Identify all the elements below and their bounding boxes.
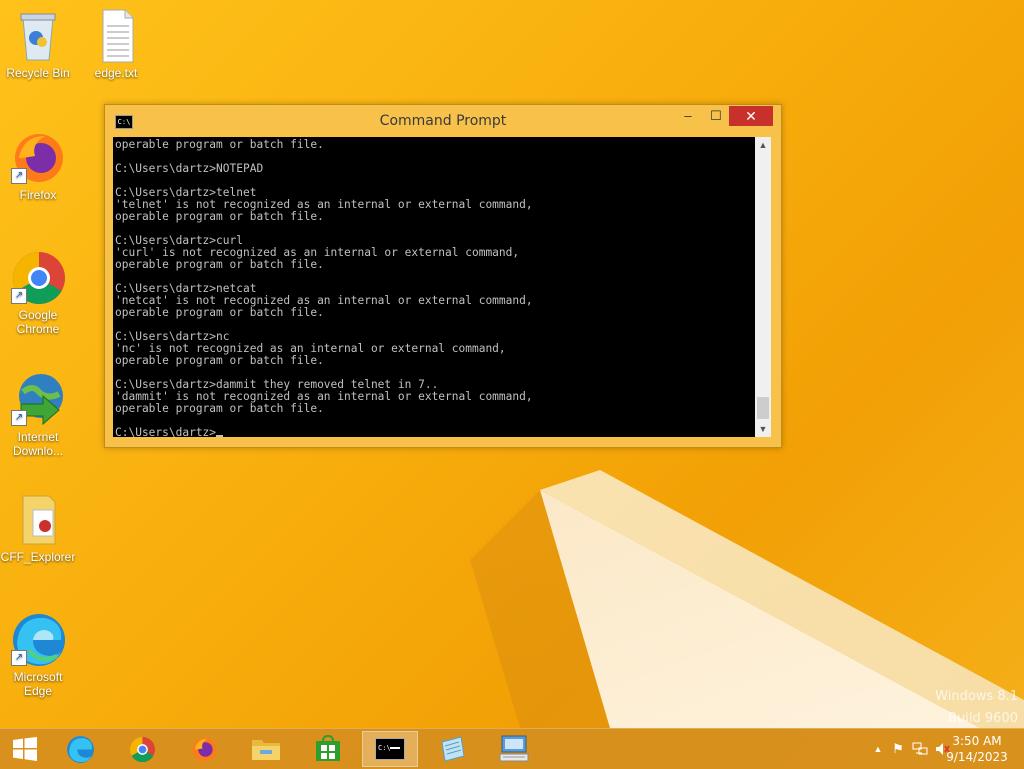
taskbar-chrome[interactable] bbox=[114, 731, 170, 767]
console-text: operable program or batch file. C:\Users… bbox=[113, 137, 755, 437]
taskbar-edge[interactable] bbox=[52, 731, 108, 767]
scroll-thumb[interactable] bbox=[757, 397, 769, 419]
chrome-icon: ↗ bbox=[9, 248, 67, 306]
console-output[interactable]: operable program or batch file. C:\Users… bbox=[113, 137, 755, 437]
taskbar-clock[interactable]: 3:50 AM 9/14/2023 bbox=[942, 733, 1012, 765]
taskbar-store[interactable] bbox=[300, 731, 356, 767]
watermark-version: Windows 8.1 bbox=[935, 689, 1018, 704]
shortcut-arrow-icon: ↗ bbox=[11, 288, 27, 304]
clock-date: 9/14/2023 bbox=[946, 750, 1008, 764]
chrome-icon bbox=[129, 736, 156, 763]
store-icon bbox=[316, 735, 340, 761]
desktop-icon-firefox[interactable]: ↗ Firefox bbox=[0, 128, 76, 202]
watermark-build: Build 9600 bbox=[948, 711, 1018, 726]
desktop-icon-label: Firefox bbox=[19, 188, 57, 202]
console-line: operable program or batch file. bbox=[115, 138, 324, 151]
file-explorer-icon bbox=[252, 740, 280, 760]
notepad-icon bbox=[441, 736, 465, 762]
desktop-icon-internet-download-manager[interactable]: ↗ Internet Downlo... bbox=[0, 370, 76, 458]
network-icon[interactable] bbox=[912, 741, 928, 757]
console-line: operable program or batch file. bbox=[115, 402, 324, 415]
scroll-down-arrow-icon[interactable]: ▼ bbox=[755, 421, 771, 437]
console-line: C:\Users\dartz>NOTEPAD bbox=[115, 162, 264, 175]
desktop-icon-label: Microsoft Edge bbox=[13, 670, 63, 698]
folder-app-icon bbox=[9, 490, 67, 548]
scroll-up-arrow-icon[interactable]: ▲ bbox=[755, 137, 771, 153]
close-button[interactable]: ✕ bbox=[729, 106, 773, 126]
edge-icon bbox=[67, 736, 94, 763]
recycle-bin-icon bbox=[9, 6, 67, 64]
desktop-icon-label: CFF_Explorer bbox=[0, 550, 76, 564]
taskbar-file-explorer[interactable] bbox=[238, 731, 294, 767]
desktop-icon-recycle-bin[interactable]: Recycle Bin bbox=[0, 6, 76, 80]
firefox-icon bbox=[192, 737, 217, 762]
console-line: operable program or batch file. bbox=[115, 306, 324, 319]
text-file-icon bbox=[87, 6, 145, 64]
taskbar-firefox[interactable] bbox=[176, 731, 232, 767]
vertical-scrollbar[interactable]: ▲ ▼ bbox=[755, 137, 771, 437]
taskbar-remote-desktop[interactable] bbox=[486, 731, 542, 767]
console-line: operable program or batch file. bbox=[115, 354, 324, 367]
desktop-icon-label: Internet Downlo... bbox=[12, 430, 64, 458]
desktop-icon-label: Recycle Bin bbox=[6, 66, 70, 80]
console-line: operable program or batch file. bbox=[115, 210, 324, 223]
remote-desktop-icon bbox=[499, 735, 529, 762]
desktop-icon-edge-txt[interactable]: edge.txt bbox=[78, 6, 154, 80]
taskbar-notepad[interactable] bbox=[424, 731, 480, 767]
maximize-button[interactable]: ☐ bbox=[703, 106, 729, 126]
taskbar-command-prompt[interactable]: C:\ bbox=[362, 731, 418, 767]
console-line: operable program or batch file. bbox=[115, 258, 324, 271]
cmd-icon: C:\ bbox=[375, 738, 405, 760]
shortcut-arrow-icon: ↗ bbox=[11, 650, 27, 666]
globe-download-icon: ↗ bbox=[9, 370, 67, 428]
desktop-icon-label: edge.txt bbox=[94, 66, 138, 80]
svg-text:C:\: C:\ bbox=[378, 744, 391, 752]
desktop-icon-microsoft-edge[interactable]: ↗ Microsoft Edge bbox=[0, 610, 76, 698]
show-hidden-icons-chevron-up-icon[interactable]: ▲ bbox=[870, 741, 886, 757]
firefox-icon: ↗ bbox=[9, 128, 67, 186]
windows-watermark: Windows 8.1 Build 9600 bbox=[935, 686, 1018, 730]
clock-time: 3:50 AM bbox=[952, 734, 1002, 748]
window-titlebar[interactable]: C:\ Command Prompt – ☐ ✕ bbox=[105, 105, 781, 137]
desktop-icon-google-chrome[interactable]: ↗ Google Chrome bbox=[0, 248, 76, 336]
text-cursor bbox=[216, 435, 224, 437]
command-prompt-window[interactable]: C:\ Command Prompt – ☐ ✕ operable progra… bbox=[104, 104, 782, 448]
shortcut-arrow-icon: ↗ bbox=[11, 168, 27, 184]
desktop-icon-label: Google Chrome bbox=[16, 308, 60, 336]
desktop-icon-cff-explorer[interactable]: CFF_Explorer bbox=[0, 490, 76, 564]
action-center-flag-icon[interactable]: ⚑ bbox=[890, 741, 906, 757]
start-button[interactable] bbox=[4, 731, 46, 767]
shortcut-arrow-icon: ↗ bbox=[11, 410, 27, 426]
edge-icon: ↗ bbox=[9, 610, 67, 668]
taskbar: C:\ ▲ ⚑ 3:50 AM 9/14/2023 bbox=[0, 728, 1024, 769]
system-tray: ▲ ⚑ 3:50 AM 9/14/2023 bbox=[844, 729, 1024, 769]
console-prompt[interactable]: C:\Users\dartz> bbox=[115, 426, 216, 438]
start-icon bbox=[13, 737, 37, 761]
minimize-button[interactable]: – bbox=[675, 106, 701, 126]
